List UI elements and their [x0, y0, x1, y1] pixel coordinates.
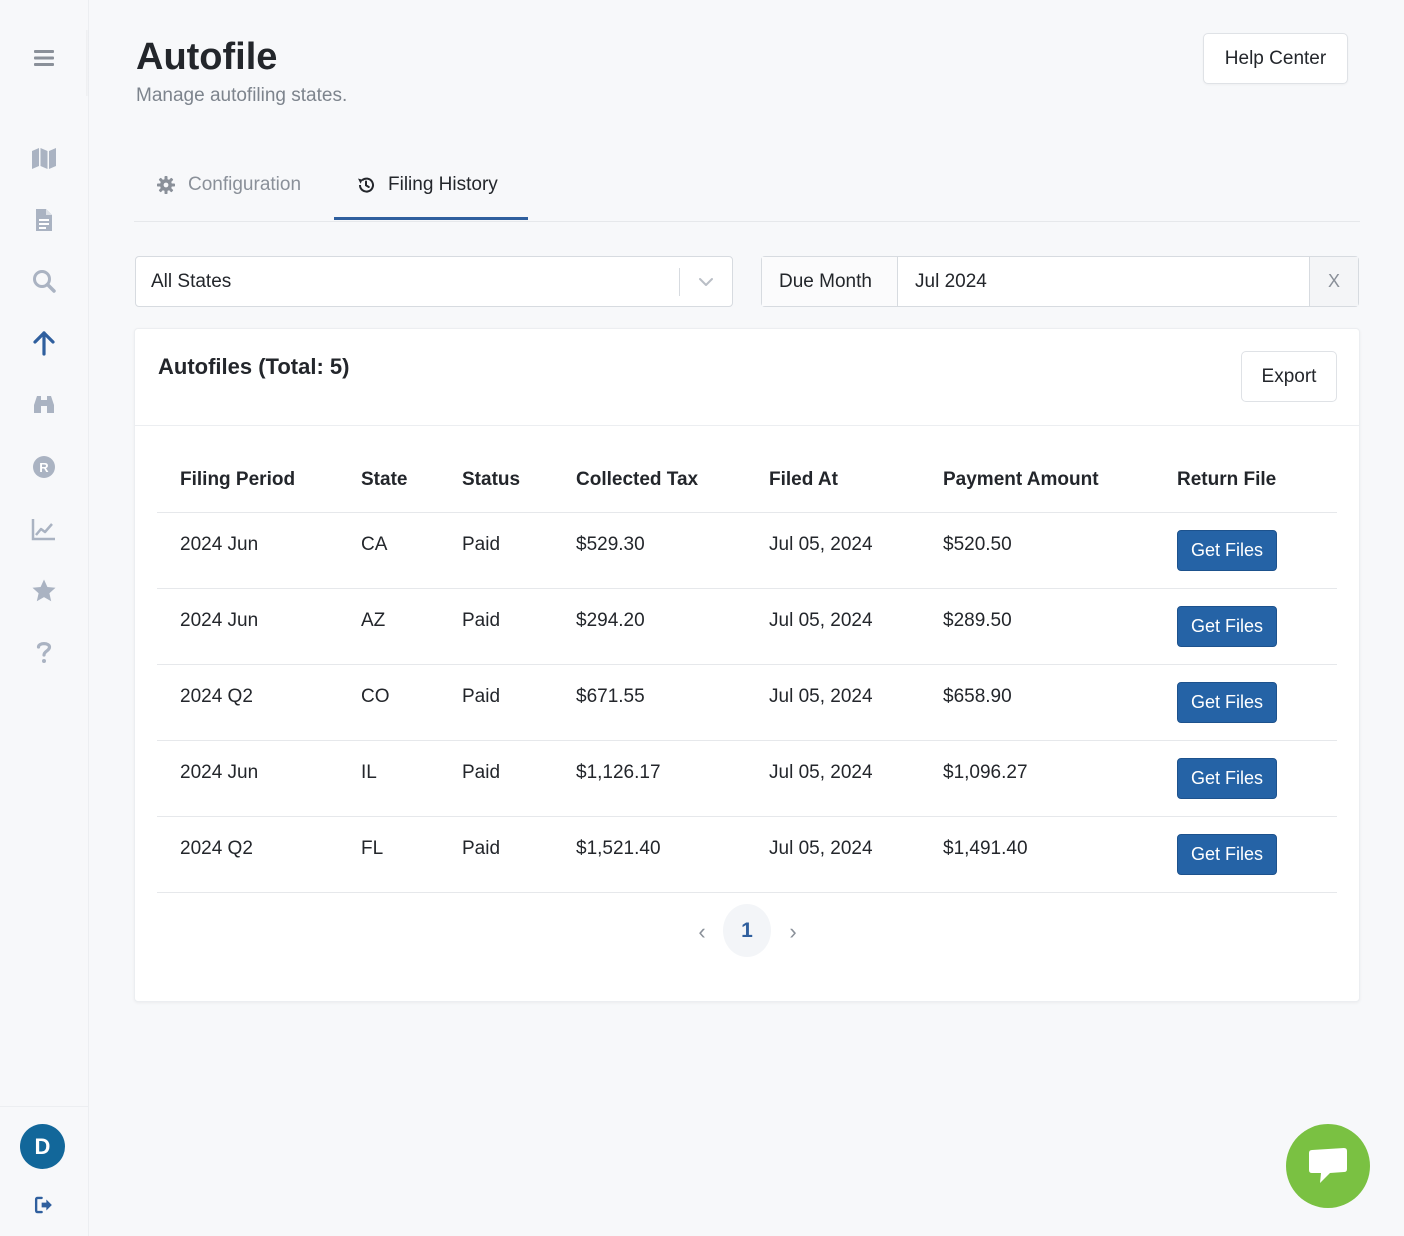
chat-launcher-button[interactable] [1286, 1124, 1370, 1208]
sidebar-shadow [86, 30, 89, 96]
autofiles-card: Autofiles (Total: 5) Export Filing Perio… [134, 328, 1360, 1002]
help-center-button[interactable]: Help Center [1203, 33, 1348, 84]
cell-payment-amount: $658.90 [943, 686, 1012, 707]
gear-icon [157, 176, 175, 194]
cell-filed-at: Jul 05, 2024 [769, 686, 873, 707]
page-title: Autofile [136, 36, 278, 78]
tab-configuration[interactable]: Configuration [156, 150, 301, 220]
get-files-button[interactable]: Get Files [1177, 758, 1277, 799]
tab-bar: Configuration Filing History [134, 150, 1360, 222]
cell-collected-tax: $671.55 [576, 686, 645, 707]
svg-text:R: R [39, 460, 49, 475]
star-icon[interactable] [24, 571, 64, 611]
due-month-input[interactable]: Jul 2024 [898, 257, 1309, 306]
due-month-filter: Due Month Jul 2024 X [761, 256, 1359, 307]
cell-payment-amount: $289.50 [943, 610, 1012, 631]
cell-payment-amount: $520.50 [943, 534, 1012, 555]
table-row: 2024 Q2 FL Paid $1,521.40 Jul 05, 2024 $… [157, 817, 1337, 893]
tab-filing-history[interactable]: Filing History [356, 150, 498, 220]
column-header[interactable]: Payment Amount [943, 469, 1099, 491]
cell-filed-at: Jul 05, 2024 [769, 534, 873, 555]
card-header: Autofiles (Total: 5) Export [135, 329, 1359, 426]
column-header[interactable]: Filed At [769, 469, 838, 491]
chart-line-icon[interactable] [24, 509, 64, 549]
column-header[interactable]: Collected Tax [576, 469, 698, 491]
cell-payment-amount: $1,491.40 [943, 838, 1028, 859]
due-month-label: Due Month [762, 257, 898, 306]
cell-filed-at: Jul 05, 2024 [769, 610, 873, 631]
pagination-next[interactable]: › [783, 919, 803, 945]
column-header[interactable]: Filing Period [180, 469, 295, 491]
cell-status: Paid [462, 838, 501, 859]
pagination-page-current[interactable]: 1 [723, 904, 771, 957]
column-header[interactable]: Return File [1177, 469, 1276, 491]
question-icon[interactable] [24, 631, 64, 671]
column-header[interactable]: State [361, 469, 407, 491]
table-row: 2024 Jun AZ Paid $294.20 Jul 05, 2024 $2… [157, 589, 1337, 665]
avatar[interactable]: D [20, 1124, 65, 1169]
active-tab-indicator [334, 217, 528, 220]
logout-icon[interactable] [24, 1185, 64, 1225]
get-files-button[interactable]: Get Files [1177, 834, 1277, 875]
cell-status: Paid [462, 686, 501, 707]
cell-collected-tax: $1,521.40 [576, 838, 661, 859]
clear-due-month-button[interactable]: X [1309, 257, 1358, 306]
pagination-prev[interactable]: ‹ [692, 919, 712, 945]
card-title: Autofiles (Total: 5) [158, 354, 350, 379]
cell-filing-period: 2024 Q2 [180, 838, 253, 859]
search-icon[interactable] [24, 261, 64, 301]
tab-configuration-label: Configuration [188, 174, 302, 195]
cell-filing-period: 2024 Jun [180, 762, 259, 783]
cell-state: CO [361, 686, 390, 707]
cell-status: Paid [462, 610, 501, 631]
chevron-down-icon[interactable] [680, 272, 732, 292]
menu-icon[interactable] [24, 38, 64, 78]
cell-filed-at: Jul 05, 2024 [769, 838, 873, 859]
history-icon [358, 177, 374, 193]
cell-state: AZ [361, 610, 386, 631]
cell-filing-period: 2024 Jun [180, 534, 259, 555]
table-row: 2024 Jun IL Paid $1,126.17 Jul 05, 2024 … [157, 741, 1337, 817]
cell-status: Paid [462, 762, 501, 783]
table-row: 2024 Q2 CO Paid $671.55 Jul 05, 2024 $65… [157, 665, 1337, 741]
get-files-button[interactable]: Get Files [1177, 530, 1277, 571]
cell-filed-at: Jul 05, 2024 [769, 762, 873, 783]
cell-collected-tax: $529.30 [576, 534, 645, 555]
table-row: 2024 Jun CA Paid $529.30 Jul 05, 2024 $5… [157, 513, 1337, 589]
export-button[interactable]: Export [1241, 351, 1337, 402]
avatar-initial: D [34, 1133, 51, 1159]
table-header: Filing Period State Status Collected Tax… [157, 447, 1337, 513]
get-files-button[interactable]: Get Files [1177, 682, 1277, 723]
cell-state: CA [361, 534, 388, 555]
cell-collected-tax: $294.20 [576, 610, 645, 631]
state-select[interactable]: All States [135, 256, 733, 307]
state-select-value: All States [151, 270, 232, 292]
registered-icon[interactable]: R [24, 447, 64, 487]
cell-state: IL [361, 762, 377, 783]
sidebar-divider [0, 1106, 89, 1107]
tab-filing-history-label: Filing History [388, 174, 498, 195]
arrow-up-icon[interactable] [24, 323, 64, 363]
column-header[interactable]: Status [462, 469, 520, 491]
chat-bubble-icon [1309, 1148, 1347, 1183]
cell-filing-period: 2024 Jun [180, 610, 259, 631]
cell-state: FL [361, 838, 384, 859]
cell-status: Paid [462, 534, 501, 555]
cell-filing-period: 2024 Q2 [180, 686, 253, 707]
binoculars-icon[interactable] [24, 385, 64, 425]
cell-collected-tax: $1,126.17 [576, 762, 661, 783]
page-subtitle: Manage autofiling states. [136, 85, 348, 106]
cell-payment-amount: $1,096.27 [943, 762, 1028, 783]
document-icon[interactable] [24, 200, 64, 240]
sidebar: R D [0, 0, 89, 1236]
get-files-button[interactable]: Get Files [1177, 606, 1277, 647]
map-icon[interactable] [24, 138, 64, 178]
